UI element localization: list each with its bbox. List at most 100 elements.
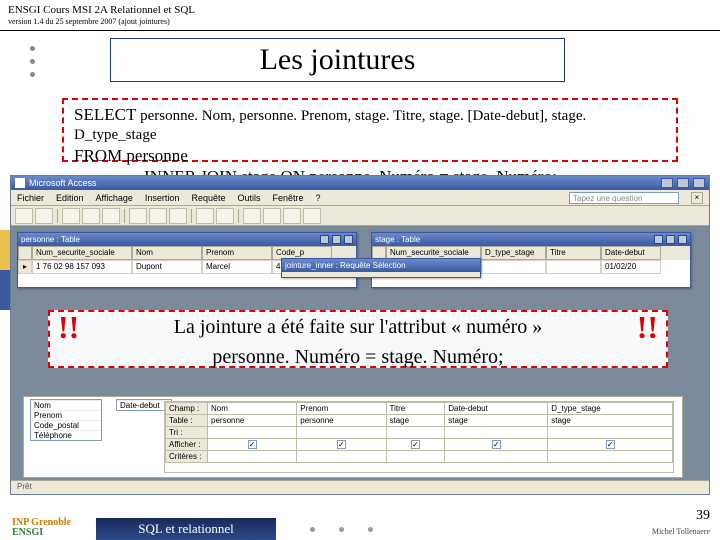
query-design-area: Nom Prenom Code_postal Téléphone Date-de… xyxy=(23,396,683,478)
sql-select-cols: personne. Nom, personne. Prenom, stage. … xyxy=(74,108,586,143)
child-max-icon[interactable] xyxy=(332,235,341,244)
cell xyxy=(481,260,546,274)
show-checkbox[interactable]: ✓ xyxy=(337,440,346,449)
toolbar-button[interactable] xyxy=(216,208,234,224)
qbe-cell[interactable]: personne xyxy=(208,415,297,427)
mdi-close-icon[interactable]: × xyxy=(691,192,703,204)
cell xyxy=(546,260,601,274)
toolbar-button[interactable] xyxy=(149,208,167,224)
qbe-cell[interactable]: D_type_stage xyxy=(548,403,673,415)
access-toolbar xyxy=(11,206,709,226)
show-checkbox[interactable]: ✓ xyxy=(411,440,420,449)
access-app-icon xyxy=(15,178,25,188)
menu-help[interactable]: ? xyxy=(316,193,321,203)
help-question-input[interactable]: Tapez une question xyxy=(569,192,679,204)
footer-bullets xyxy=(310,527,373,532)
qbe-cell[interactable]: stage xyxy=(548,415,673,427)
col-header[interactable]: Nom xyxy=(132,246,202,260)
left-bullets xyxy=(30,38,35,85)
query-window: jointure_inner : Requête Sélection xyxy=(281,258,481,278)
footer-title: SQL et relationnel xyxy=(96,518,276,540)
maximize-button[interactable] xyxy=(677,178,689,188)
qbe-row-label: Table : xyxy=(166,415,208,427)
toolbar-button[interactable] xyxy=(35,208,53,224)
field: Nom xyxy=(31,400,101,410)
col-header[interactable]: Prenom xyxy=(202,246,272,260)
child-close-icon[interactable] xyxy=(344,235,353,244)
col-header[interactable]: Num_securite_sociale xyxy=(32,246,132,260)
qbe-cell[interactable]: Nom xyxy=(208,403,297,415)
field: Téléphone xyxy=(31,430,101,440)
slide-header: ENSGI Cours MSI 2A Relationnel et SQL ve… xyxy=(0,0,720,31)
toolbar-button[interactable] xyxy=(169,208,187,224)
qbe-cell[interactable]: stage xyxy=(445,415,548,427)
page-number: 39 xyxy=(696,508,710,524)
qbe-grid: Champ : Nom Prenom Titre Date-debut D_ty… xyxy=(164,401,674,473)
child-min-icon[interactable] xyxy=(654,235,663,244)
cell: Dupont xyxy=(132,260,202,274)
toolbar-button[interactable] xyxy=(263,208,281,224)
toolbar-button[interactable] xyxy=(102,208,120,224)
toolbar-button[interactable] xyxy=(283,208,301,224)
child-max-icon[interactable] xyxy=(666,235,675,244)
col-header[interactable]: Date-debut xyxy=(601,246,661,260)
field: Code_postal xyxy=(31,420,101,430)
show-checkbox[interactable]: ✓ xyxy=(248,440,257,449)
menu-requete[interactable]: Requête xyxy=(191,193,225,203)
status-bar: Prêt xyxy=(11,480,709,494)
personne-window-title: personne : Table xyxy=(21,235,80,244)
minimize-button[interactable] xyxy=(661,178,673,188)
stage-window-title: stage : Table xyxy=(375,235,420,244)
sql-select-kw: SELECT xyxy=(74,105,136,124)
course-title: ENSGI Cours MSI 2A Relationnel et SQL xyxy=(8,4,712,16)
bang-right: !! xyxy=(637,309,658,346)
menu-affichage[interactable]: Affichage xyxy=(96,193,133,203)
access-app-title: Microsoft Access xyxy=(29,178,97,188)
toolbar-button[interactable] xyxy=(62,208,80,224)
author-name: Michel Tollenaere xyxy=(652,527,710,536)
main-title: Les jointures xyxy=(260,43,416,77)
child-close-icon[interactable] xyxy=(678,235,687,244)
join-note-line1: La jointure a été faite sur l'attribut «… xyxy=(85,316,630,339)
qbe-cell[interactable]: personne xyxy=(297,415,386,427)
menu-fichier[interactable]: Fichier xyxy=(17,193,44,203)
col-header[interactable]: D_type_stage xyxy=(481,246,546,260)
design-table-box[interactable]: Nom Prenom Code_postal Téléphone xyxy=(30,399,102,441)
qbe-cell[interactable]: Titre xyxy=(386,403,445,415)
menu-insertion[interactable]: Insertion xyxy=(145,193,180,203)
toolbar-button[interactable] xyxy=(129,208,147,224)
child-min-icon[interactable] xyxy=(320,235,329,244)
field: Date-debut xyxy=(117,400,171,410)
slide-footer: INP Grenoble ENSGI SQL et relationnel 39… xyxy=(0,506,720,540)
sql-query-box: SELECT personne. Nom, personne. Prenom, … xyxy=(62,98,678,162)
cell: 1 76 02 98 157 093 xyxy=(32,260,132,274)
show-checkbox[interactable]: ✓ xyxy=(492,440,501,449)
toolbar-button[interactable] xyxy=(243,208,261,224)
cell: 01/02/20 xyxy=(601,260,661,274)
qbe-row-label: Afficher : xyxy=(166,439,208,451)
qbe-cell[interactable]: Date-debut xyxy=(445,403,548,415)
menu-outils[interactable]: Outils xyxy=(237,193,260,203)
access-titlebar: Microsoft Access xyxy=(11,176,709,190)
menu-fenetre[interactable]: Fenêtre xyxy=(273,193,304,203)
qbe-cell[interactable]: Prenom xyxy=(297,403,386,415)
bang-left: !! xyxy=(58,309,79,346)
access-menubar: Fichier Edition Affichage Insertion Requ… xyxy=(11,190,709,206)
join-note-line2: personne. Numéro = stage. Numéro; xyxy=(58,346,658,369)
sql-from: FROM personne xyxy=(74,145,666,166)
logo-ensgi: ENSGI xyxy=(12,527,43,538)
close-button[interactable] xyxy=(693,178,705,188)
toolbar-button[interactable] xyxy=(15,208,33,224)
qbe-cell[interactable]: stage xyxy=(386,415,445,427)
logo-area: INP Grenoble ENSGI xyxy=(12,518,71,538)
toolbar-button[interactable] xyxy=(196,208,214,224)
qbe-row-label: Tri : xyxy=(166,427,208,439)
version-line: version 1.4 du 25 septembre 2007 (ajout … xyxy=(8,17,712,26)
toolbar-button[interactable] xyxy=(303,208,321,224)
query-window-title: jointure_inner : Requête Sélection xyxy=(285,261,406,270)
show-checkbox[interactable]: ✓ xyxy=(606,440,615,449)
field: Prenom xyxy=(31,410,101,420)
toolbar-button[interactable] xyxy=(82,208,100,224)
menu-edition[interactable]: Edition xyxy=(56,193,84,203)
col-header[interactable]: Titre xyxy=(546,246,601,260)
